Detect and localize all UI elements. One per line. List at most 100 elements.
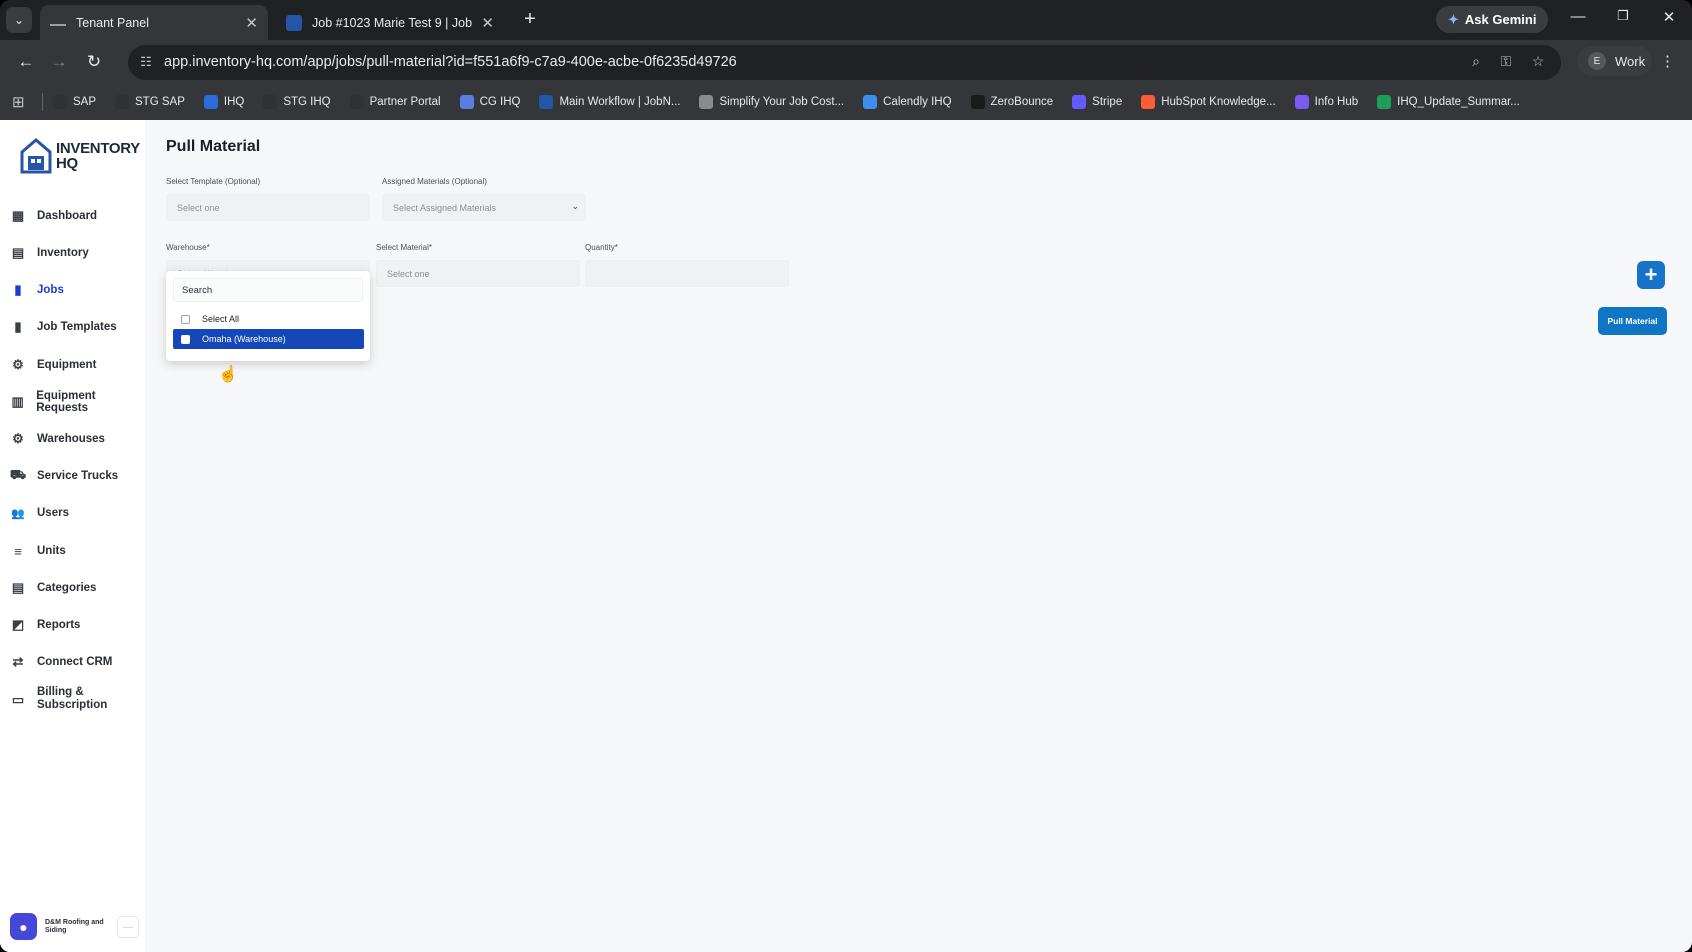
close-tab-icon[interactable]: ✕ (481, 14, 494, 32)
users-icon: 👥 (11, 507, 25, 520)
browser-toolbar: ← → ↻ ☷ app.inventory-hq.com/app/jobs/pu… (0, 40, 1692, 84)
inventory-hq-logo[interactable]: INVENTORY HQ (20, 138, 140, 174)
nav-billing-subscription[interactable]: ▭ Billing & Subscription (0, 679, 145, 719)
nav-label: Jobs (37, 284, 64, 296)
minimize-icon[interactable]: — (1566, 8, 1590, 25)
forward-icon[interactable]: → (47, 50, 71, 74)
profile-name: Work (1615, 53, 1646, 69)
bookmark-item[interactable]: Calendly IHQ (863, 95, 952, 109)
profile-button[interactable]: E Work (1577, 46, 1652, 76)
nav-job-templates[interactable]: ▮ Job Templates (0, 312, 145, 342)
nav-service-trucks[interactable]: ⛟ Service Trucks (0, 461, 145, 491)
bookmark-item[interactable]: HubSpot Knowledge... (1141, 95, 1276, 109)
reports-icon: ◩ (11, 617, 25, 632)
nav-equipment-requests[interactable]: ▥ Equipment Requests (0, 387, 145, 417)
bookmark-label: Main Workflow | JobN... (559, 96, 681, 108)
bookmarks-bar: ⊞ SAP STG SAP IHQ STG IHQ Partner Portal… (0, 84, 1692, 120)
nav-label: Equipment Requests (36, 390, 96, 414)
bookmark-item[interactable]: Stripe (1072, 95, 1122, 109)
quantity-input[interactable] (585, 260, 789, 287)
assigned-materials-select[interactable]: Select Assigned Materials ⌄ (382, 194, 586, 221)
bookmark-favicon-icon (459, 95, 474, 109)
close-tab-icon[interactable]: ✕ (245, 14, 258, 32)
chevron-down-icon: ⌄ (571, 201, 579, 211)
nav-label: Reports (37, 619, 81, 631)
nav-label: Users (37, 507, 69, 519)
add-row-button[interactable]: + (1637, 261, 1665, 289)
bookmark-star-icon[interactable]: ☆ (1528, 53, 1548, 70)
app-viewport: INVENTORY HQ ▦ Dashboard ▤ Inventory ▮ Jobs… (0, 120, 1692, 952)
select-all-option[interactable]: Select All (173, 309, 364, 329)
logo-line-2: HQ (56, 155, 78, 172)
bookmark-favicon-icon (203, 95, 218, 109)
bookmark-label: Simplify Your Job Cost... (719, 96, 845, 108)
bookmark-item[interactable]: IHQ_Update_Summar... (1377, 95, 1520, 109)
nav-warehouses[interactable]: ⚙ Warehouses (0, 424, 145, 454)
bookmark-favicon-icon (1377, 95, 1392, 109)
nav-units[interactable]: ≡ Units (0, 536, 145, 566)
bookmark-item[interactable]: STG IHQ (263, 95, 331, 109)
bookmark-item[interactable]: SAP (53, 95, 96, 109)
close-window-icon[interactable]: ✕ (1657, 8, 1681, 26)
tab-tenant-panel[interactable]: Tenant Panel ✕ (40, 5, 268, 40)
nav-label: Dashboard (37, 210, 98, 222)
bookmark-label: Calendly IHQ (883, 96, 952, 108)
tenant-panel-favicon-icon (50, 17, 66, 26)
material-select[interactable]: Select one (376, 260, 580, 287)
bookmark-item[interactable]: Main Workflow | JobN... (539, 95, 680, 109)
tab-title: Tenant Panel (76, 15, 149, 30)
checkbox[interactable] (181, 334, 190, 344)
warehouse-option[interactable]: Omaha (Warehouse) (173, 329, 364, 349)
bookmark-favicon-icon (1294, 95, 1309, 109)
back-icon[interactable]: ← (14, 50, 38, 74)
address-bar[interactable]: ☷ app.inventory-hq.com/app/jobs/pull-mat… (128, 45, 1561, 80)
warehouse-logo-icon (20, 138, 52, 174)
pull-material-button[interactable]: Pull Material (1598, 307, 1667, 335)
restore-icon[interactable]: ❐ (1611, 8, 1635, 24)
password-key-icon[interactable]: ⚿ (1496, 53, 1516, 70)
apps-grid-icon[interactable]: ⊞ (12, 93, 28, 111)
bookmark-favicon-icon (863, 95, 878, 109)
page-title: Pull Material (166, 138, 261, 155)
tab-search-button[interactable]: ⌄ (6, 7, 32, 33)
reload-icon[interactable]: ↻ (82, 50, 106, 74)
logo-wordmark: INVENTORY HQ (56, 141, 140, 171)
nav-categories[interactable]: ▤ Categories (0, 573, 145, 603)
company-avatar-icon: ● (10, 913, 37, 940)
bookmark-item[interactable]: Info Hub (1294, 95, 1358, 109)
nav-inventory[interactable]: ▤ Inventory (0, 238, 145, 268)
connect-crm-icon: ⇄ (12, 654, 24, 669)
checkbox[interactable] (181, 314, 190, 324)
template-label: Select Template (Optional) (166, 177, 261, 186)
bookmark-item[interactable]: Partner Portal (349, 95, 441, 109)
tab-jobnimbus[interactable]: Job #1023 Marie Test 9 | JobNimbus ✕ (276, 5, 504, 40)
bookmark-item[interactable]: STG SAP (115, 95, 185, 109)
nav-users[interactable]: 👥 Users (0, 498, 145, 528)
nav-dashboard[interactable]: ▦ Dashboard (0, 201, 145, 231)
nav-equipment[interactable]: ⚙ Equipment (0, 350, 145, 380)
tab-strip: ⌄ Tenant Panel ✕ Job #1023 Marie Test 9 … (0, 0, 1692, 40)
profile-avatar: E (1588, 52, 1606, 70)
equipment-requests-icon: ▥ (11, 394, 24, 409)
company-more-button[interactable]: ··· (117, 915, 139, 938)
site-info-icon[interactable]: ☷ (135, 51, 157, 73)
zoom-icon[interactable]: ⌕ (1466, 53, 1486, 70)
sidebar: INVENTORY HQ ▦ Dashboard ▤ Inventory ▮ Jobs… (0, 120, 145, 952)
bookmark-item[interactable]: CG IHQ (459, 95, 520, 109)
nav-reports[interactable]: ◩ Reports (0, 610, 145, 640)
ask-gemini-button[interactable]: ✦ Ask Gemini (1436, 6, 1549, 33)
company-switcher[interactable]: ● D&M Roofing and Siding ··· (10, 913, 139, 940)
bookmark-item[interactable]: ZeroBounce (970, 95, 1054, 109)
bookmark-label: ZeroBounce (990, 96, 1054, 108)
nav-label: Connect CRM (37, 656, 113, 668)
browser-menu-icon[interactable]: ⋮ (1660, 52, 1675, 70)
bookmark-label: SAP (73, 96, 97, 108)
bookmark-item[interactable]: Simplify Your Job Cost... (699, 95, 844, 109)
nav-connect-crm[interactable]: ⇄ Connect CRM (0, 647, 145, 677)
new-tab-button[interactable]: + (518, 8, 542, 31)
bookmark-item[interactable]: IHQ (203, 95, 244, 109)
template-select[interactable]: Select one (166, 194, 370, 221)
url-text[interactable]: app.inventory-hq.com/app/jobs/pull-mater… (164, 54, 737, 70)
dropdown-search-input[interactable]: Search (173, 278, 363, 302)
nav-jobs[interactable]: ▮ Jobs (0, 273, 145, 307)
